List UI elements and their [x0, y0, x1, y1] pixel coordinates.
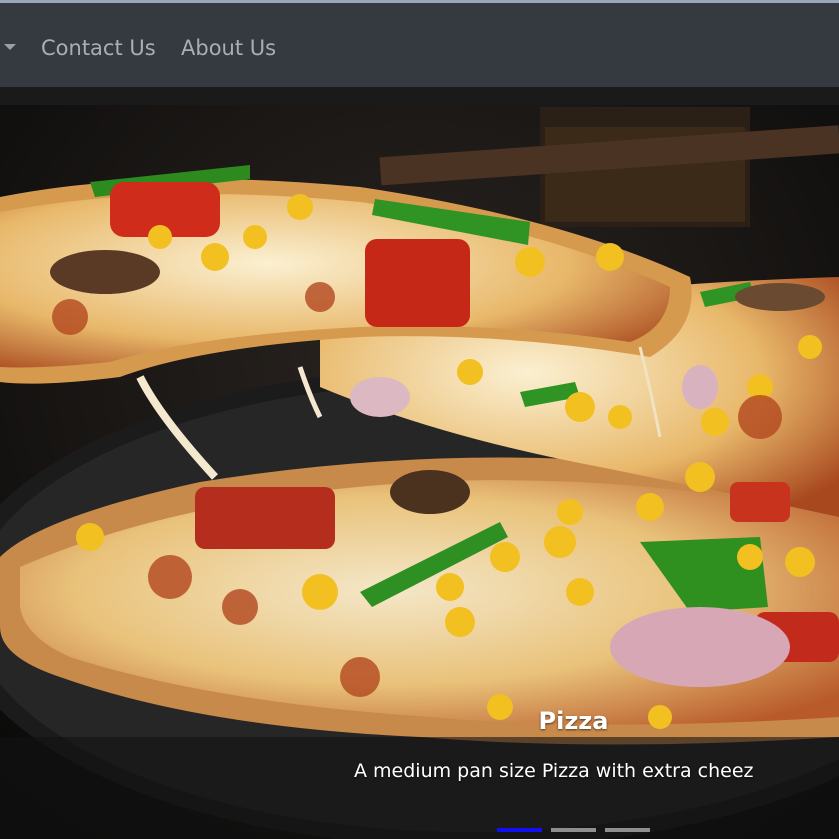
caret-down-icon[interactable] — [4, 44, 16, 50]
slide-caption-text: A medium pan size Pizza with extra cheez — [354, 760, 754, 782]
nav-link-about-us[interactable]: About Us — [181, 35, 276, 61]
slide-caption-title: Pizza — [538, 707, 609, 735]
image-carousel: Pizza A medium pan size Pizza with extra… — [0, 87, 839, 839]
carousel-indicator-1[interactable] — [497, 828, 542, 832]
nav-link-contact-us[interactable]: Contact Us — [41, 35, 156, 61]
carousel-indicator-2[interactable] — [551, 828, 596, 832]
navbar: Contact Us About Us — [0, 3, 839, 87]
carousel-indicator-3[interactable] — [605, 828, 650, 832]
